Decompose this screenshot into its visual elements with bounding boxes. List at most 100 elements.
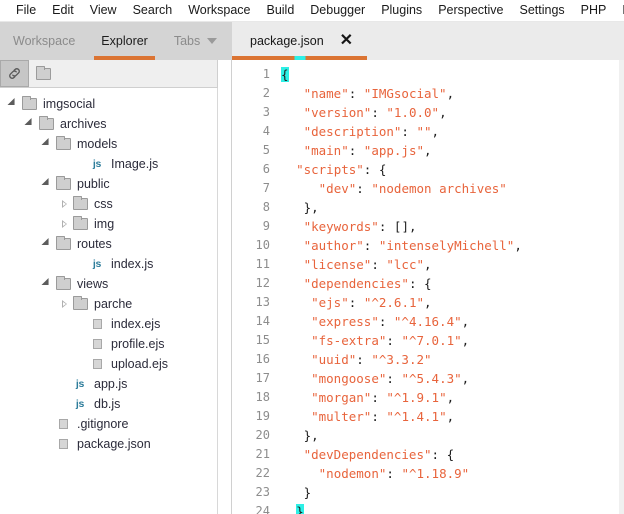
line-number: 23 <box>255 485 270 499</box>
menu-item-view[interactable]: View <box>82 0 125 21</box>
panel-tab-tabs[interactable]: Tabs <box>161 22 230 60</box>
code-line[interactable]: "name": "IMGsocial", <box>281 84 624 103</box>
tree-item[interactable]: .gitignore <box>0 414 217 434</box>
code-line[interactable]: "main": "app.js", <box>281 141 624 160</box>
tree-item[interactable]: archives <box>0 114 217 134</box>
code-line[interactable]: "express": "^4.16.4", <box>281 312 624 331</box>
line-number: 7 <box>262 181 270 195</box>
folder-icon <box>37 114 55 134</box>
menu-item-file[interactable]: File <box>8 0 44 21</box>
tree-item[interactable]: models <box>0 134 217 154</box>
disclosure-triangle-open-icon[interactable] <box>40 134 54 154</box>
toolbar-folder-icon[interactable] <box>29 60 58 87</box>
tree-item[interactable]: imgsocial <box>0 94 217 114</box>
menu-item-workspace[interactable]: Workspace <box>180 0 258 21</box>
line-number: 8 <box>262 200 270 214</box>
code-line[interactable]: "mongoose": "^5.4.3", <box>281 369 624 388</box>
toolbar-link-icon[interactable] <box>0 60 29 87</box>
tab-modified-marker <box>294 56 306 60</box>
code-line[interactable]: "uuid": "^3.3.2" <box>281 350 624 369</box>
menu-item-plugins[interactable]: Plugins <box>373 0 430 21</box>
code-line[interactable]: } <box>281 483 624 502</box>
code-line[interactable]: "scripts": { <box>281 160 624 179</box>
editor-tab-package-json[interactable]: package.json ✕ <box>232 22 368 60</box>
code-line[interactable]: "dependencies": { <box>281 274 624 293</box>
code-line[interactable]: "multer": "^1.4.1", <box>281 407 624 426</box>
panel-tab-label: Explorer <box>101 34 148 48</box>
disclosure-triangle-closed-icon[interactable] <box>57 294 71 314</box>
menu-item-settings[interactable]: Settings <box>512 0 573 21</box>
tree-item[interactable]: views <box>0 274 217 294</box>
code-line[interactable]: } <box>281 502 624 514</box>
code-line[interactable]: }, <box>281 198 624 217</box>
code-line[interactable]: "fs-extra": "^7.0.1", <box>281 331 624 350</box>
tree-item[interactable]: parche <box>0 294 217 314</box>
line-number: 22 <box>255 466 270 480</box>
menu-item-search[interactable]: Search <box>125 0 181 21</box>
disclosure-triangle-closed-icon[interactable] <box>57 194 71 214</box>
line-number: 2 <box>262 86 270 100</box>
line-number: 11 <box>255 257 270 271</box>
js-icon: js <box>75 378 85 390</box>
disclosure-triangle-open-icon[interactable] <box>40 274 54 294</box>
code-line[interactable]: "nodemon": "^1.18.9" <box>281 464 624 483</box>
tree-item[interactable]: profile.ejs <box>0 334 217 354</box>
code-content[interactable]: { "name": "IMGsocial", "version": "1.0.0… <box>278 60 624 514</box>
code-line[interactable]: { <box>281 65 624 84</box>
tree-item[interactable]: index.ejs <box>0 314 217 334</box>
tree-item[interactable]: public <box>0 174 217 194</box>
panel-tab-explorer[interactable]: Explorer <box>88 22 161 60</box>
menu-item-perspective[interactable]: Perspective <box>430 0 511 21</box>
tree-item[interactable]: routes <box>0 234 217 254</box>
tree-item[interactable]: css <box>0 194 217 214</box>
code-line[interactable]: "keywords": [], <box>281 217 624 236</box>
disclosure-triangle-open-icon[interactable] <box>40 174 54 194</box>
tree-item[interactable]: js db.js <box>0 394 217 414</box>
code-line[interactable]: "ejs": "^2.6.1", <box>281 293 624 312</box>
menu-item-php[interactable]: PHP <box>573 0 615 21</box>
code-editor[interactable]: 1 2 3 4 5 6 7 8 9 10 11 12 13 14 15 16 17 18 19 20 21 22 23 24 … <box>232 60 624 514</box>
tree-item[interactable]: js Image.js <box>0 154 217 174</box>
menu-item-build[interactable]: Build <box>258 0 302 21</box>
tree-item[interactable]: package.json <box>0 434 217 454</box>
line-number: 15 <box>255 333 270 347</box>
disclosure-triangle-open-icon[interactable] <box>6 94 20 114</box>
editor-vertical-scrollbar[interactable] <box>619 60 624 514</box>
code-line[interactable]: }, <box>281 426 624 445</box>
file-tree: imgsocial archives models js Image.js public c… <box>0 88 218 514</box>
js-icon: js <box>92 258 102 270</box>
folder-icon <box>71 194 89 214</box>
tree-item[interactable]: upload.ejs <box>0 354 217 374</box>
line-number: 24 <box>255 504 270 514</box>
menu-item-help[interactable]: Help <box>614 0 624 21</box>
line-number: 21 <box>255 447 270 461</box>
tree-item[interactable]: img <box>0 214 217 234</box>
code-line[interactable]: "devDependencies": { <box>281 445 624 464</box>
tree-item[interactable]: js index.js <box>0 254 217 274</box>
tree-item-label: Image.js <box>111 157 159 171</box>
folder-icon <box>20 94 38 114</box>
tree-item[interactable]: js app.js <box>0 374 217 394</box>
close-icon[interactable]: ✕ <box>340 33 353 49</box>
menu-item-debugger[interactable]: Debugger <box>302 0 373 21</box>
disclosure-triangle-closed-icon[interactable] <box>57 214 71 234</box>
disclosure-triangle-open-icon[interactable] <box>23 114 37 134</box>
chevron-down-icon[interactable] <box>207 38 218 44</box>
menu-item-edit[interactable]: Edit <box>44 0 82 21</box>
code-line[interactable]: "morgan": "^1.9.1", <box>281 388 624 407</box>
code-line[interactable]: "description": "", <box>281 122 624 141</box>
tree-item-label: index.js <box>111 257 154 271</box>
disclosure-triangle-open-icon[interactable] <box>40 234 54 254</box>
code-line[interactable]: "license": "lcc", <box>281 255 624 274</box>
code-line[interactable]: "version": "1.0.0", <box>281 103 624 122</box>
line-number: 14 <box>255 314 270 328</box>
line-number-gutter: 1 2 3 4 5 6 7 8 9 10 11 12 13 14 15 16 17 18 19 20 21 22 23 24 <box>232 60 278 514</box>
panel-tab-label: Workspace <box>13 34 76 48</box>
code-line[interactable]: "author": "intenselyMichell", <box>281 236 624 255</box>
line-number: 9 <box>262 219 270 233</box>
panel-tab-workspace[interactable]: Workspace <box>0 22 88 60</box>
code-line[interactable]: "dev": "nodemon archives" <box>281 179 624 198</box>
